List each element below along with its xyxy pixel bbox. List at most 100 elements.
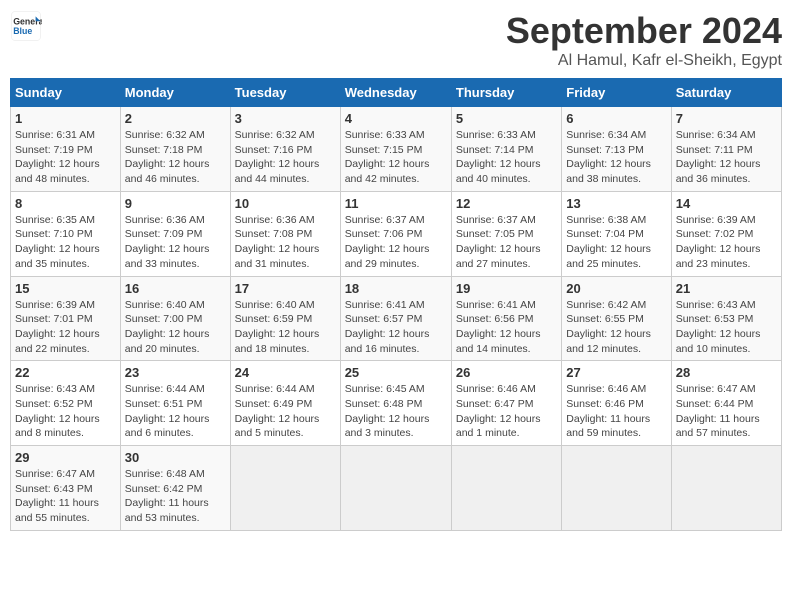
calendar-table: Sunday Monday Tuesday Wednesday Thursday… <box>10 78 782 531</box>
day-info: Sunrise: 6:33 AM Sunset: 7:15 PM Dayligh… <box>345 128 447 187</box>
day-number: 15 <box>15 281 116 296</box>
day-info: Sunrise: 6:33 AM Sunset: 7:14 PM Dayligh… <box>456 128 557 187</box>
header-wednesday: Wednesday <box>340 79 451 107</box>
table-row: 10 Sunrise: 6:36 AM Sunset: 7:08 PM Dayli… <box>230 191 340 276</box>
day-number: 11 <box>345 196 447 211</box>
day-info: Sunrise: 6:46 AM Sunset: 6:47 PM Dayligh… <box>456 382 557 441</box>
day-number: 6 <box>566 111 666 126</box>
day-number: 28 <box>676 365 777 380</box>
page-header: General Blue September 2024 Al Hamul, Ka… <box>10 10 782 70</box>
day-number: 2 <box>125 111 226 126</box>
table-row: 24 Sunrise: 6:44 AM Sunset: 6:49 PM Dayli… <box>230 361 340 446</box>
day-number: 18 <box>345 281 447 296</box>
day-info: Sunrise: 6:42 AM Sunset: 6:55 PM Dayligh… <box>566 298 666 357</box>
day-info: Sunrise: 6:31 AM Sunset: 7:19 PM Dayligh… <box>15 128 116 187</box>
day-number: 29 <box>15 450 116 465</box>
svg-text:General: General <box>13 16 42 26</box>
table-row: 6 Sunrise: 6:34 AM Sunset: 7:13 PM Daylig… <box>562 107 671 192</box>
title-section: September 2024 Al Hamul, Kafr el-Sheikh,… <box>506 10 782 70</box>
day-info: Sunrise: 6:48 AM Sunset: 6:42 PM Dayligh… <box>125 467 226 526</box>
table-row: 11 Sunrise: 6:37 AM Sunset: 7:06 PM Dayli… <box>340 191 451 276</box>
day-info: Sunrise: 6:46 AM Sunset: 6:46 PM Dayligh… <box>566 382 666 441</box>
table-row: 20 Sunrise: 6:42 AM Sunset: 6:55 PM Dayli… <box>562 276 671 361</box>
day-info: Sunrise: 6:40 AM Sunset: 7:00 PM Dayligh… <box>125 298 226 357</box>
calendar-week-row: 8 Sunrise: 6:35 AM Sunset: 7:10 PM Daylig… <box>11 191 782 276</box>
day-number: 10 <box>235 196 336 211</box>
table-row: 13 Sunrise: 6:38 AM Sunset: 7:04 PM Dayli… <box>562 191 671 276</box>
day-info: Sunrise: 6:44 AM Sunset: 6:49 PM Dayligh… <box>235 382 336 441</box>
day-info: Sunrise: 6:39 AM Sunset: 7:01 PM Dayligh… <box>15 298 116 357</box>
table-row <box>340 446 451 531</box>
day-number: 17 <box>235 281 336 296</box>
day-info: Sunrise: 6:36 AM Sunset: 7:08 PM Dayligh… <box>235 213 336 272</box>
table-row: 27 Sunrise: 6:46 AM Sunset: 6:46 PM Dayli… <box>562 361 671 446</box>
table-row <box>451 446 561 531</box>
header-saturday: Saturday <box>671 79 781 107</box>
table-row <box>671 446 781 531</box>
table-row: 5 Sunrise: 6:33 AM Sunset: 7:14 PM Daylig… <box>451 107 561 192</box>
day-number: 22 <box>15 365 116 380</box>
day-number: 16 <box>125 281 226 296</box>
day-info: Sunrise: 6:32 AM Sunset: 7:16 PM Dayligh… <box>235 128 336 187</box>
day-info: Sunrise: 6:34 AM Sunset: 7:11 PM Dayligh… <box>676 128 777 187</box>
day-info: Sunrise: 6:40 AM Sunset: 6:59 PM Dayligh… <box>235 298 336 357</box>
calendar-week-row: 29 Sunrise: 6:47 AM Sunset: 6:43 PM Dayli… <box>11 446 782 531</box>
day-info: Sunrise: 6:43 AM Sunset: 6:52 PM Dayligh… <box>15 382 116 441</box>
table-row: 12 Sunrise: 6:37 AM Sunset: 7:05 PM Dayli… <box>451 191 561 276</box>
day-info: Sunrise: 6:41 AM Sunset: 6:57 PM Dayligh… <box>345 298 447 357</box>
day-number: 27 <box>566 365 666 380</box>
day-info: Sunrise: 6:44 AM Sunset: 6:51 PM Dayligh… <box>125 382 226 441</box>
day-number: 26 <box>456 365 557 380</box>
table-row: 4 Sunrise: 6:33 AM Sunset: 7:15 PM Daylig… <box>340 107 451 192</box>
table-row: 17 Sunrise: 6:40 AM Sunset: 6:59 PM Dayli… <box>230 276 340 361</box>
day-number: 5 <box>456 111 557 126</box>
table-row: 9 Sunrise: 6:36 AM Sunset: 7:09 PM Daylig… <box>120 191 230 276</box>
calendar-week-row: 22 Sunrise: 6:43 AM Sunset: 6:52 PM Dayli… <box>11 361 782 446</box>
day-info: Sunrise: 6:38 AM Sunset: 7:04 PM Dayligh… <box>566 213 666 272</box>
table-row: 30 Sunrise: 6:48 AM Sunset: 6:42 PM Dayli… <box>120 446 230 531</box>
table-row: 25 Sunrise: 6:45 AM Sunset: 6:48 PM Dayli… <box>340 361 451 446</box>
table-row: 7Sunrise: 6:34 AM Sunset: 7:11 PM Daylig… <box>671 107 781 192</box>
day-info: Sunrise: 6:37 AM Sunset: 7:05 PM Dayligh… <box>456 213 557 272</box>
day-info: Sunrise: 6:39 AM Sunset: 7:02 PM Dayligh… <box>676 213 777 272</box>
day-number: 19 <box>456 281 557 296</box>
day-number: 23 <box>125 365 226 380</box>
day-number: 9 <box>125 196 226 211</box>
table-row: 26 Sunrise: 6:46 AM Sunset: 6:47 PM Dayli… <box>451 361 561 446</box>
day-number: 14 <box>676 196 777 211</box>
day-number: 12 <box>456 196 557 211</box>
day-info: Sunrise: 6:35 AM Sunset: 7:10 PM Dayligh… <box>15 213 116 272</box>
day-number: 30 <box>125 450 226 465</box>
calendar-header-row: Sunday Monday Tuesday Wednesday Thursday… <box>11 79 782 107</box>
calendar-week-row: 15 Sunrise: 6:39 AM Sunset: 7:01 PM Dayli… <box>11 276 782 361</box>
day-number: 4 <box>345 111 447 126</box>
day-info: Sunrise: 6:47 AM Sunset: 6:43 PM Dayligh… <box>15 467 116 526</box>
day-info: Sunrise: 6:36 AM Sunset: 7:09 PM Dayligh… <box>125 213 226 272</box>
day-number: 20 <box>566 281 666 296</box>
table-row: 21Sunrise: 6:43 AM Sunset: 6:53 PM Dayli… <box>671 276 781 361</box>
table-row: 3 Sunrise: 6:32 AM Sunset: 7:16 PM Daylig… <box>230 107 340 192</box>
table-row: 29 Sunrise: 6:47 AM Sunset: 6:43 PM Dayli… <box>11 446 121 531</box>
table-row: 18 Sunrise: 6:41 AM Sunset: 6:57 PM Dayli… <box>340 276 451 361</box>
header-friday: Friday <box>562 79 671 107</box>
header-tuesday: Tuesday <box>230 79 340 107</box>
header-thursday: Thursday <box>451 79 561 107</box>
day-info: Sunrise: 6:37 AM Sunset: 7:06 PM Dayligh… <box>345 213 447 272</box>
table-row: 8 Sunrise: 6:35 AM Sunset: 7:10 PM Daylig… <box>11 191 121 276</box>
table-row: 15 Sunrise: 6:39 AM Sunset: 7:01 PM Dayli… <box>11 276 121 361</box>
day-number: 24 <box>235 365 336 380</box>
day-number: 13 <box>566 196 666 211</box>
day-info: Sunrise: 6:34 AM Sunset: 7:13 PM Dayligh… <box>566 128 666 187</box>
day-info: Sunrise: 6:32 AM Sunset: 7:18 PM Dayligh… <box>125 128 226 187</box>
table-row: 1Sunrise: 6:31 AM Sunset: 7:19 PM Daylig… <box>11 107 121 192</box>
logo: General Blue <box>10 10 42 42</box>
day-number: 3 <box>235 111 336 126</box>
day-info: Sunrise: 6:45 AM Sunset: 6:48 PM Dayligh… <box>345 382 447 441</box>
svg-text:Blue: Blue <box>13 26 32 36</box>
table-row: 22 Sunrise: 6:43 AM Sunset: 6:52 PM Dayli… <box>11 361 121 446</box>
table-row <box>230 446 340 531</box>
day-number: 25 <box>345 365 447 380</box>
day-number: 8 <box>15 196 116 211</box>
day-info: Sunrise: 6:43 AM Sunset: 6:53 PM Dayligh… <box>676 298 777 357</box>
table-row: 14 Sunrise: 6:39 AM Sunset: 7:02 PM Dayli… <box>671 191 781 276</box>
